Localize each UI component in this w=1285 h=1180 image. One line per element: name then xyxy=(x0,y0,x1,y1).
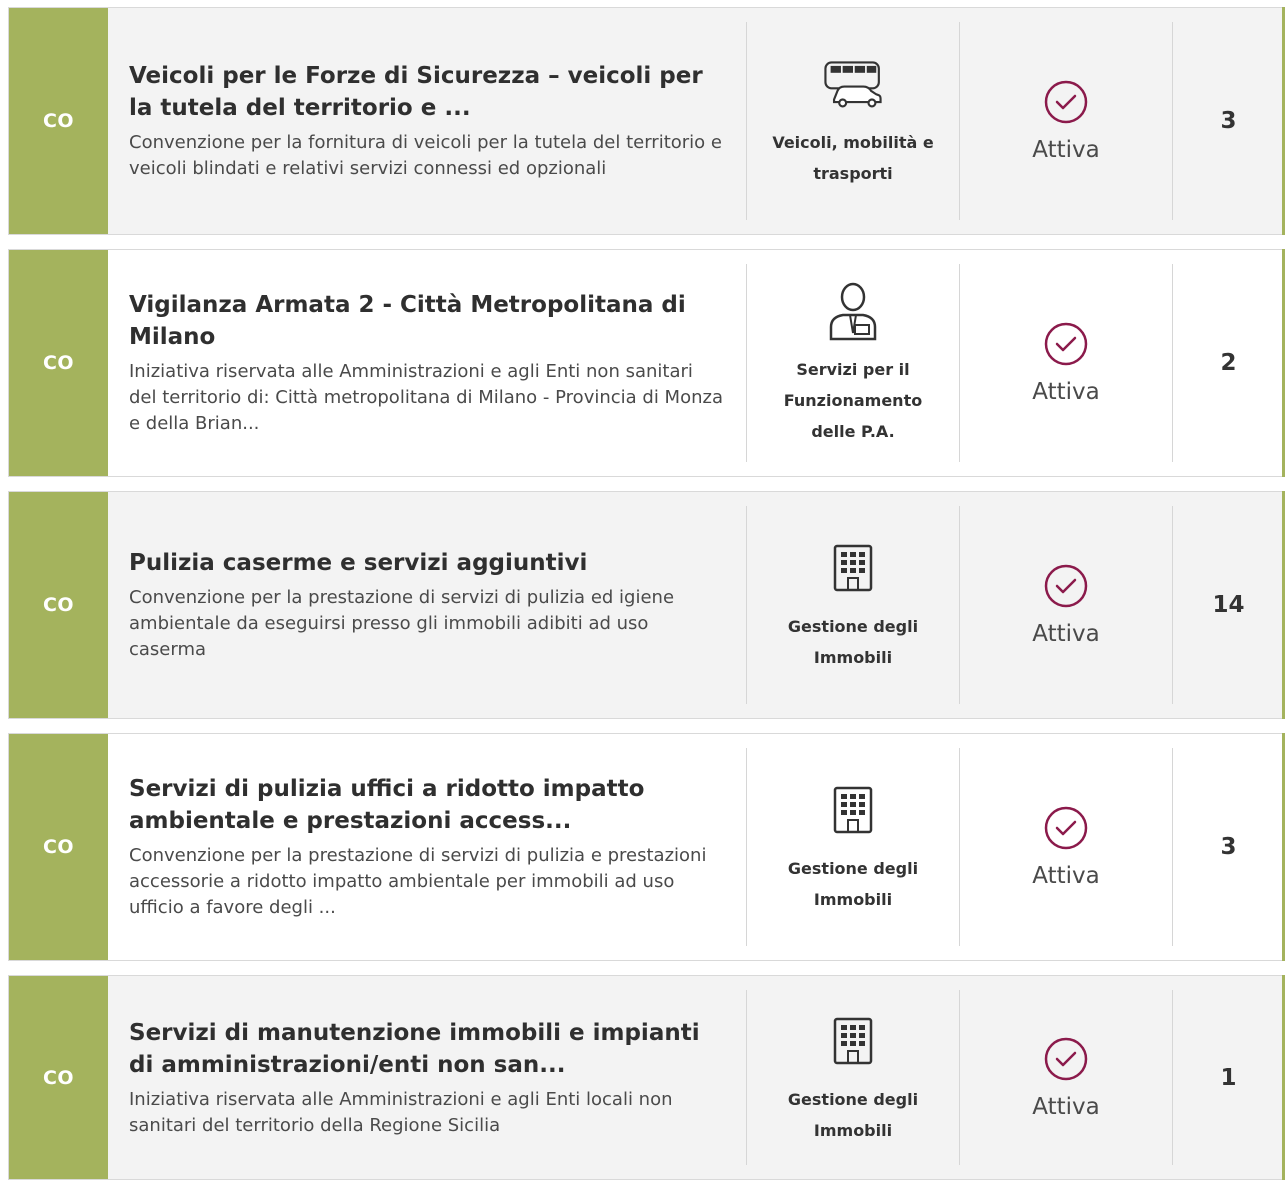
count-value: 1 xyxy=(1220,1064,1237,1091)
type-badge: CO xyxy=(9,976,108,1179)
initiatives-list: CO Veicoli per le Forze di Sicurezza – v… xyxy=(0,0,1285,1180)
initiative-description: Iniziativa riservata alle Amministrazion… xyxy=(129,361,723,434)
category-label: Gestione degli Immobili xyxy=(787,859,919,909)
initiative-card[interactable]: CO Pulizia caserme e servizi aggiuntivi … xyxy=(8,491,1285,719)
type-badge: CO xyxy=(9,734,108,960)
status-cell: Attiva xyxy=(959,990,1172,1165)
type-badge: CO xyxy=(9,8,108,234)
check-circle-icon xyxy=(1043,79,1089,129)
category-cell: Gestione degli Immobili xyxy=(746,990,959,1165)
initiative-card[interactable]: CO Veicoli per le Forze di Sicurezza – v… xyxy=(8,7,1285,235)
count-value: 14 xyxy=(1212,592,1245,618)
count-value: 3 xyxy=(1220,108,1237,134)
count-cell: 3 xyxy=(1172,22,1284,220)
count-cell: 3 xyxy=(1172,748,1284,946)
category-label: Veicoli, mobilità e trasporti xyxy=(772,133,934,183)
category-cell: Gestione degli Immobili xyxy=(746,748,959,946)
initiative-title[interactable]: Pulizia caserme e servizi aggiuntivi xyxy=(129,547,726,579)
category-cell: Veicoli, mobilità e trasporti xyxy=(746,22,959,220)
initiative-card[interactable]: CO Servizi di pulizia uffici a ridotto i… xyxy=(8,733,1285,961)
building-icon xyxy=(822,537,884,599)
count-value: 2 xyxy=(1220,350,1237,376)
initiative-title[interactable]: Servizi di pulizia uffici a ridotto impa… xyxy=(129,773,726,837)
check-circle-icon xyxy=(1043,321,1089,371)
type-badge: CO xyxy=(9,492,108,718)
initiative-title[interactable]: Vigilanza Armata 2 - Città Metropolitana… xyxy=(129,289,726,353)
initiative-description: Convenzione per la prestazione di serviz… xyxy=(129,845,707,918)
initiative-card[interactable]: CO Vigilanza Armata 2 - Città Metropolit… xyxy=(8,249,1285,477)
category-label: Gestione degli Immobili xyxy=(787,1089,919,1140)
status-label: Attiva xyxy=(1032,137,1100,163)
check-circle-icon xyxy=(1043,805,1089,855)
initiative-title[interactable]: Veicoli per le Forze di Sicurezza – veic… xyxy=(129,60,726,124)
category-label: Servizi per il Funzionamento delle P.A. xyxy=(783,359,923,441)
count-cell: 2 xyxy=(1172,264,1284,462)
count-value: 3 xyxy=(1220,834,1237,860)
building-icon xyxy=(822,779,884,841)
initiative-description: Convenzione per la fornitura di veicoli … xyxy=(129,132,722,179)
status-cell: Attiva xyxy=(959,264,1172,462)
status-label: Attiva xyxy=(1032,1093,1100,1120)
check-circle-icon xyxy=(1043,563,1089,613)
initiative-info: Pulizia caserme e servizi aggiuntivi Con… xyxy=(108,492,746,718)
status-label: Attiva xyxy=(1032,863,1100,889)
initiative-info: Veicoli per le Forze di Sicurezza – veic… xyxy=(108,8,746,234)
type-badge: CO xyxy=(9,250,108,476)
building-icon xyxy=(822,1010,884,1072)
check-circle-icon xyxy=(1043,1036,1089,1086)
initiative-card[interactable]: CO Servizi di manutenzione immobili e im… xyxy=(8,975,1285,1180)
initiative-description: Convenzione per la prestazione di serviz… xyxy=(129,587,675,660)
status-cell: Attiva xyxy=(959,22,1172,220)
status-cell: Attiva xyxy=(959,748,1172,946)
initiative-info: Servizi di pulizia uffici a ridotto impa… xyxy=(108,734,746,960)
person-icon xyxy=(822,280,884,342)
initiative-description: Iniziativa riservata alle Amministrazion… xyxy=(129,1088,673,1136)
category-cell: Servizi per il Funzionamento delle P.A. xyxy=(746,264,959,462)
initiative-title[interactable]: Servizi di manutenzione immobili e impia… xyxy=(129,1017,726,1081)
status-label: Attiva xyxy=(1032,379,1100,405)
status-cell: Attiva xyxy=(959,506,1172,704)
vehicles-icon xyxy=(822,53,884,115)
count-cell: 1 xyxy=(1172,990,1284,1165)
status-label: Attiva xyxy=(1032,621,1100,647)
category-label: Gestione degli Immobili xyxy=(787,617,919,667)
category-cell: Gestione degli Immobili xyxy=(746,506,959,704)
initiative-info: Servizi di manutenzione immobili e impia… xyxy=(108,976,746,1179)
initiative-info: Vigilanza Armata 2 - Città Metropolitana… xyxy=(108,250,746,476)
count-cell: 14 xyxy=(1172,506,1284,704)
